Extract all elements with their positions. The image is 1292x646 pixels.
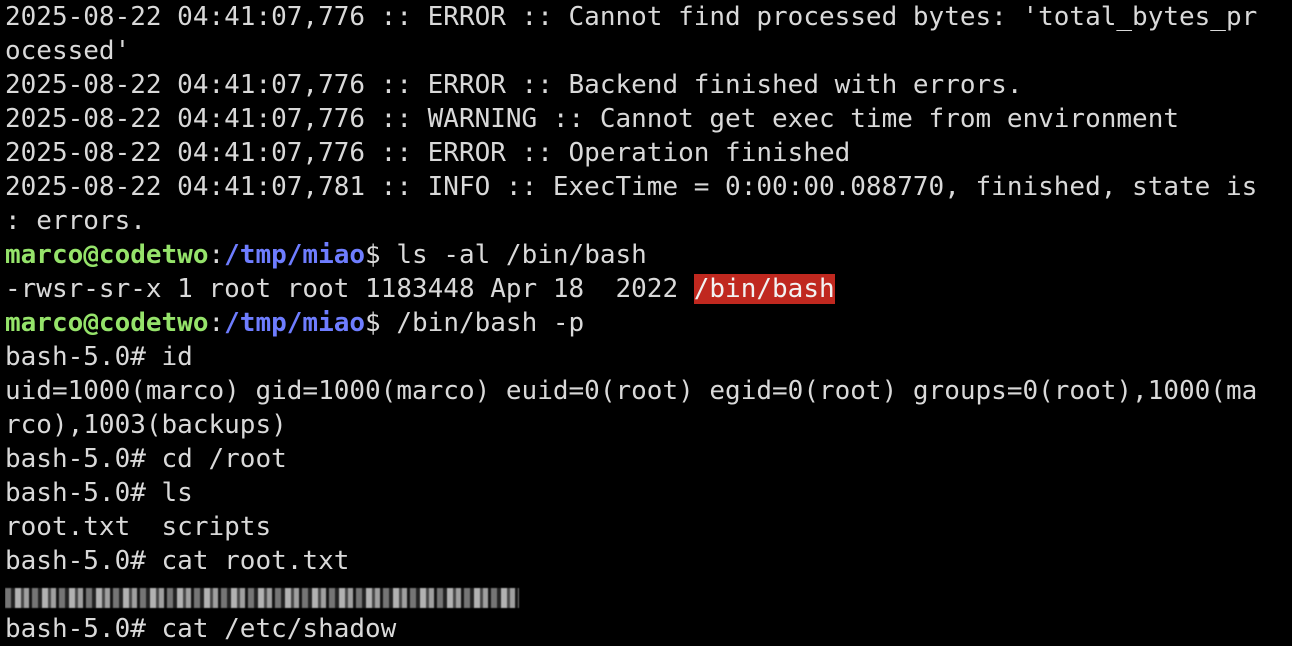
log-line: : errors. [5, 206, 146, 236]
prompt-line: marco@codetwo:/tmp/miao$ ls -al /bin/bas… [5, 238, 1292, 272]
command-text: /bin/bash -p [396, 308, 585, 338]
redacted-flag-block [5, 587, 519, 608]
prompt-symbol: $ [365, 240, 397, 270]
prompt-user-host: marco@codetwo [5, 308, 209, 338]
log-line: 2025-08-22 04:41:07,776 :: WARNING :: Ca… [5, 104, 1179, 134]
prompt-user-host: marco@codetwo [5, 240, 209, 270]
root-session-line: rco),1003(backups) [5, 410, 287, 440]
prompt-line: marco@codetwo:/tmp/miao$ /bin/bash -p [5, 306, 1292, 340]
log-line: 2025-08-22 04:41:07,781 :: INFO :: ExecT… [5, 172, 1258, 202]
root-session-line: bash-5.0# ls [5, 478, 193, 508]
prompt-colon: : [208, 240, 225, 270]
log-line: 2025-08-22 04:41:07,776 :: ERROR :: Back… [5, 70, 1023, 100]
highlighted-filename: /bin/bash [693, 274, 835, 304]
prompt-symbol: $ [365, 308, 397, 338]
redacted-output-line [5, 578, 1292, 612]
log-line: 2025-08-22 04:41:07,776 :: ERROR :: Oper… [5, 138, 851, 168]
root-session-line: uid=1000(marco) gid=1000(marco) euid=0(r… [5, 376, 1258, 406]
root-session-line: root.txt scripts [5, 512, 272, 542]
terminal-window[interactable]: 2025-08-22 04:41:07,776 :: ERROR :: Cann… [0, 0, 1292, 646]
root-session-line: bash-5.0# cat root.txt [5, 546, 350, 576]
root-session-line: bash-5.0# id [5, 342, 193, 372]
command-text: ls -al /bin/bash [396, 240, 647, 270]
log-line: 2025-08-22 04:41:07,776 :: ERROR :: Cann… [5, 2, 1258, 32]
root-session-line: bash-5.0# cat /etc/shadow [5, 614, 397, 644]
file-permissions: -rwsr-sr-x 1 root root 1183448 Apr 18 20… [5, 274, 694, 304]
prompt-colon: : [208, 308, 225, 338]
prompt-path: /tmp/miao [224, 308, 366, 338]
prompt-path: /tmp/miao [224, 240, 366, 270]
root-session-line: bash-5.0# cd /root [5, 444, 287, 474]
ls-output-line: -rwsr-sr-x 1 root root 1183448 Apr 18 20… [5, 272, 1292, 306]
log-line: ocessed' [5, 36, 131, 66]
